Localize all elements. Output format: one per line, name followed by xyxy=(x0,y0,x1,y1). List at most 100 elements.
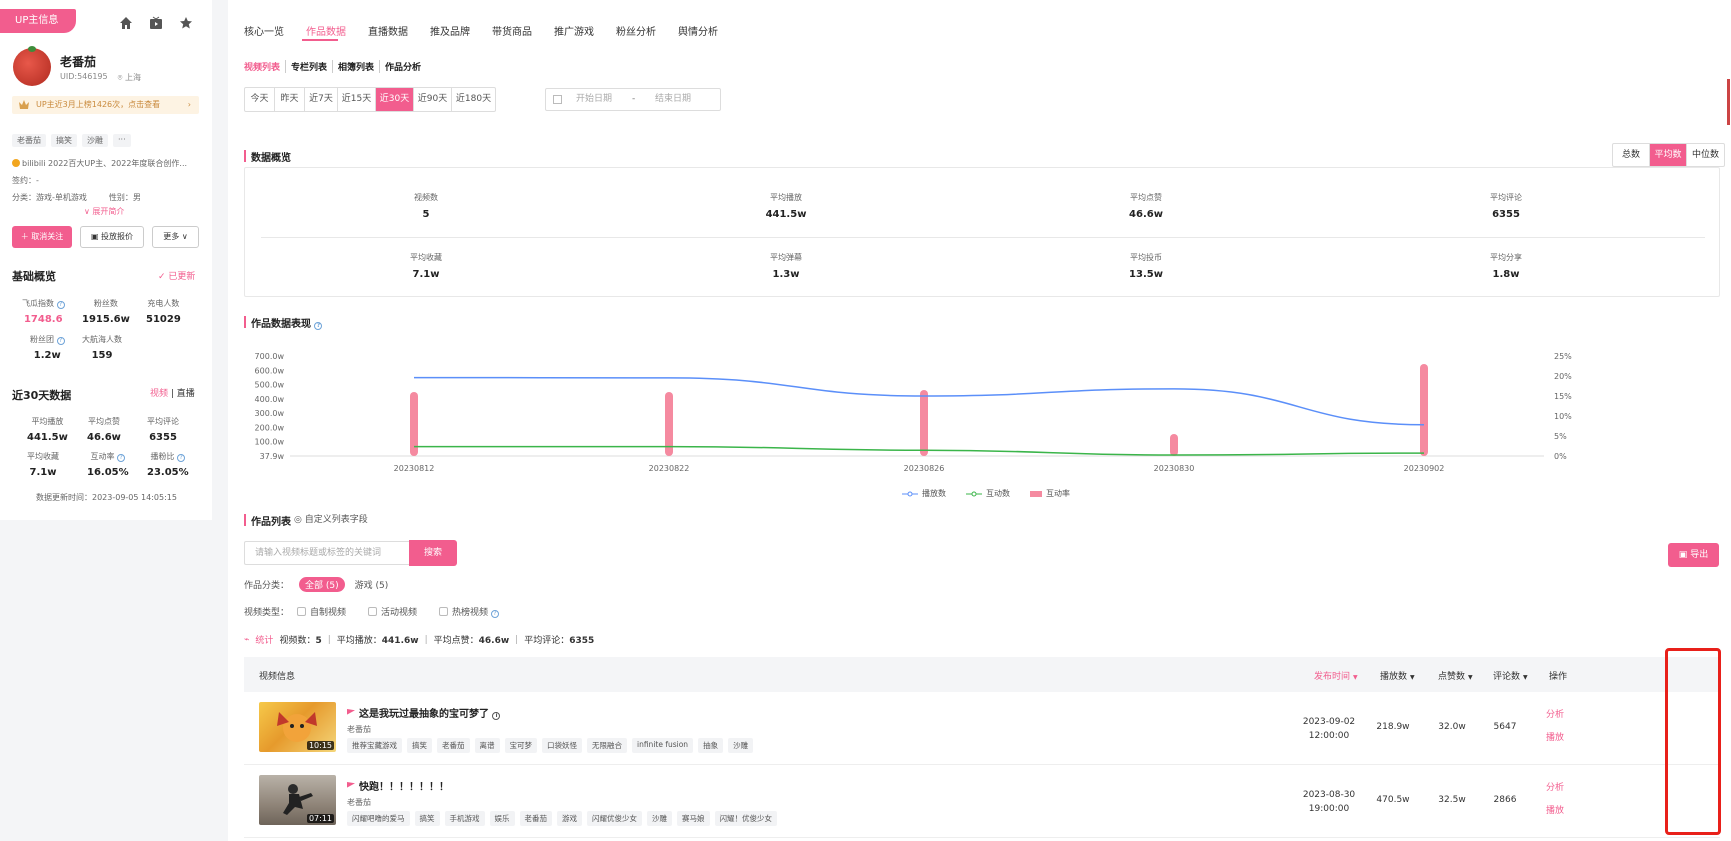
search-input[interactable]: 请输入视频标题或标签的关键词 xyxy=(244,541,409,565)
tab-brand[interactable]: 推及品牌 xyxy=(430,23,470,38)
rank-notice[interactable]: UP主近3月上榜1426次，点击查看 › xyxy=(12,96,199,114)
export-icon: ▣ xyxy=(1678,550,1688,560)
video-icon[interactable] xyxy=(149,16,165,32)
subtab-video-list[interactable]: 视频列表 xyxy=(244,60,287,73)
type-activity[interactable]: 活动视频 xyxy=(368,605,417,618)
type-self-made[interactable]: 自制视频 xyxy=(297,605,346,618)
home-icon[interactable] xyxy=(119,16,135,32)
analyze-link[interactable]: 分析 xyxy=(1540,704,1570,727)
play-link[interactable]: 播放 xyxy=(1540,800,1570,823)
updated-status: ✓ 已更新 xyxy=(158,272,196,282)
performance-chart: 700.0w 600.0w 500.0w 400.0w 300.0w 200.0w 100.… xyxy=(255,352,1573,473)
tab-live[interactable]: 直播 xyxy=(177,389,195,399)
subtab-album-list[interactable]: 相簿列表 xyxy=(333,60,381,73)
quote-button[interactable]: ▣ 投放报价 xyxy=(80,226,144,248)
uid-line: UID:546195 ⌾ 上海 xyxy=(60,72,141,83)
expand-intro-link[interactable]: ∨ 展开简介 xyxy=(84,206,124,217)
y-left-tick: 100.0w xyxy=(255,438,285,447)
help-icon[interactable]: ? xyxy=(314,322,323,330)
subtab-column-list[interactable]: 专栏列表 xyxy=(286,60,334,73)
custom-fields-link[interactable]: ◎ 自定义列表字段 xyxy=(294,512,368,525)
video-thumbnail[interactable]: 07:11 xyxy=(259,775,336,825)
metric-guard: 大航海人数 159 xyxy=(82,335,122,361)
th-plays[interactable]: 播放数 ▼ xyxy=(1380,669,1415,682)
legend-interactions[interactable]: 互动数 xyxy=(966,488,1010,499)
range-180d[interactable]: 近180天 xyxy=(452,88,495,111)
toggle-median[interactable]: 中位数 xyxy=(1687,144,1724,166)
th-ops: 操作 xyxy=(1549,672,1568,682)
up-info-tag: UP主信息 xyxy=(0,9,76,33)
ov-avg-play: 平均播放 441.5w xyxy=(765,193,807,220)
duration: 07:11 xyxy=(306,814,334,823)
star-icon[interactable] xyxy=(179,16,195,32)
likes: 32.5w xyxy=(1438,795,1466,805)
video-tags: 闪耀吧噜的爱马 搞笑 手机游戏 娱乐 老番茄 游戏 闪耀优俊少女 沙雕 赛马娘 闪耀！优俊少女 xyxy=(347,811,777,826)
range-7d[interactable]: 近7天 xyxy=(305,88,338,111)
more-button[interactable]: 更多 ∨ xyxy=(152,226,199,248)
ov-avg-like: 平均点赞 46.6w xyxy=(1129,193,1163,220)
performance-title: 作品数据表现 ? xyxy=(244,315,323,330)
th-comments[interactable]: 评论数 ▼ xyxy=(1493,669,1528,682)
analyze-link[interactable]: 分析 xyxy=(1540,777,1570,800)
recent-avg-like: 平均点赞 46.6w xyxy=(87,417,121,443)
category-game[interactable]: 游戏 (5) xyxy=(355,578,389,591)
basic-overview-title: 基础概览 xyxy=(12,270,56,283)
table-row: 07:11 快跑！！！！！！！ 老番茄 闪耀吧噜的爱马 搞笑 手机游戏 娱乐 老番茄 游戏… xyxy=(244,765,1720,838)
y-right-tick: 20% xyxy=(1554,372,1572,381)
subtab-analysis[interactable]: 作品分析 xyxy=(380,60,426,73)
y-right-tick: 25% xyxy=(1554,352,1572,361)
tag[interactable]: ··· xyxy=(113,134,131,147)
video-title[interactable]: 快跑！！！！！！！ xyxy=(347,778,449,793)
legend-interact-rate[interactable]: 互动率 xyxy=(1030,488,1070,499)
y-right-tick: 5% xyxy=(1554,432,1567,441)
tab-goods[interactable]: 带货商品 xyxy=(492,23,532,38)
publish-time: 2023-08-30 19:00:00 xyxy=(1302,790,1356,814)
date-picker[interactable]: 开始日期 - 结束日期 xyxy=(545,88,721,111)
ov-avg-coin: 平均投币 13.5w xyxy=(1129,253,1163,280)
toggle-total[interactable]: 总数 xyxy=(1613,144,1650,166)
tab-core[interactable]: 核心一览 xyxy=(244,23,284,38)
type-hot[interactable]: 热榜视频 ? xyxy=(439,605,499,618)
chevron-right-icon: › xyxy=(187,100,191,109)
category-all[interactable]: 全部 (5) xyxy=(299,577,345,592)
duration: 10:15 xyxy=(306,741,334,750)
y-left-tick: 400.0w xyxy=(255,395,285,404)
scrollbar[interactable] xyxy=(1727,79,1730,125)
legend-plays[interactable]: 播放数 xyxy=(902,488,946,499)
range-15d[interactable]: 近15天 xyxy=(338,88,376,111)
tag: 沙雕 xyxy=(82,134,108,147)
range-yesterday[interactable]: 昨天 xyxy=(275,88,305,111)
top-icons xyxy=(119,16,195,32)
uid: UID:546195 xyxy=(60,72,108,81)
x-tick: 20230822 xyxy=(649,464,690,473)
video-thumbnail[interactable]: 10:15 xyxy=(259,702,336,752)
tab-video[interactable]: 视频 xyxy=(150,389,168,399)
export-button[interactable]: ▣ 导出 xyxy=(1668,543,1719,567)
avatar[interactable] xyxy=(13,46,51,86)
range-30d[interactable]: 近30天 xyxy=(376,88,414,111)
ov-avg-share: 平均分享 1.8w xyxy=(1490,253,1522,280)
unfollow-button[interactable]: ＋ 取消关注 xyxy=(12,226,72,248)
interactions-line xyxy=(414,445,1425,456)
divider xyxy=(261,237,1705,238)
flag-icon xyxy=(347,782,355,788)
range-90d[interactable]: 近90天 xyxy=(414,88,452,111)
range-today[interactable]: 今天 xyxy=(245,88,275,111)
y-left-tick: 37.9w xyxy=(260,452,285,461)
tab-fans[interactable]: 粉丝分析 xyxy=(616,23,656,38)
video-title[interactable]: 这是我玩过最抽象的宝可梦了 i xyxy=(347,705,501,720)
rate-bar xyxy=(920,390,928,456)
th-publish-time[interactable]: 发布时间 ▼ xyxy=(1314,669,1358,682)
tab-sentiment[interactable]: 舆情分析 xyxy=(678,23,718,38)
checkbox xyxy=(439,607,449,616)
chart-icon: ⌁ xyxy=(244,634,250,645)
tab-games[interactable]: 推广游戏 xyxy=(554,23,594,38)
info-icon: i xyxy=(492,712,501,720)
toggle-average[interactable]: 平均数 xyxy=(1650,144,1687,166)
play-link[interactable]: 播放 xyxy=(1540,727,1570,750)
tab-live[interactable]: 直播数据 xyxy=(368,23,408,38)
search-button[interactable]: 搜索 xyxy=(409,540,457,566)
th-likes[interactable]: 点赞数 ▼ xyxy=(1438,669,1473,682)
row-ops: 分析 播放 xyxy=(1540,777,1570,823)
tab-works[interactable]: 作品数据 xyxy=(306,23,346,38)
